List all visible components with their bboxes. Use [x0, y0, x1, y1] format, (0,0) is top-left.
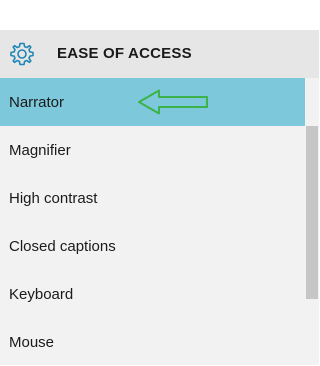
page-title: EASE OF ACCESS	[57, 45, 192, 62]
nav-list: Narrator Magnifier High contrast Closed …	[0, 78, 305, 366]
left-arrow-icon	[138, 89, 208, 115]
nav-item-keyboard[interactable]: Keyboard	[0, 270, 305, 318]
nav-item-label: High contrast	[9, 190, 98, 207]
settings-header: EASE OF ACCESS	[0, 30, 319, 78]
nav-item-label: Narrator	[9, 94, 65, 111]
nav-item-label: Magnifier	[9, 142, 71, 159]
scrollbar-thumb[interactable]	[306, 126, 318, 299]
nav-item-label: Keyboard	[9, 286, 74, 303]
nav-item-closed-captions[interactable]: Closed captions	[0, 222, 305, 270]
nav-item-narrator[interactable]: Narrator	[0, 78, 305, 126]
nav-item-magnifier[interactable]: Magnifier	[0, 126, 305, 174]
settings-panel: EASE OF ACCESS Narrator Magnifier High c…	[0, 30, 319, 365]
nav-item-mouse[interactable]: Mouse	[0, 318, 305, 366]
nav-item-high-contrast[interactable]: High contrast	[0, 174, 305, 222]
gear-icon[interactable]	[9, 41, 35, 67]
nav-item-label: Closed captions	[9, 238, 116, 255]
nav-item-label: Mouse	[9, 334, 55, 351]
